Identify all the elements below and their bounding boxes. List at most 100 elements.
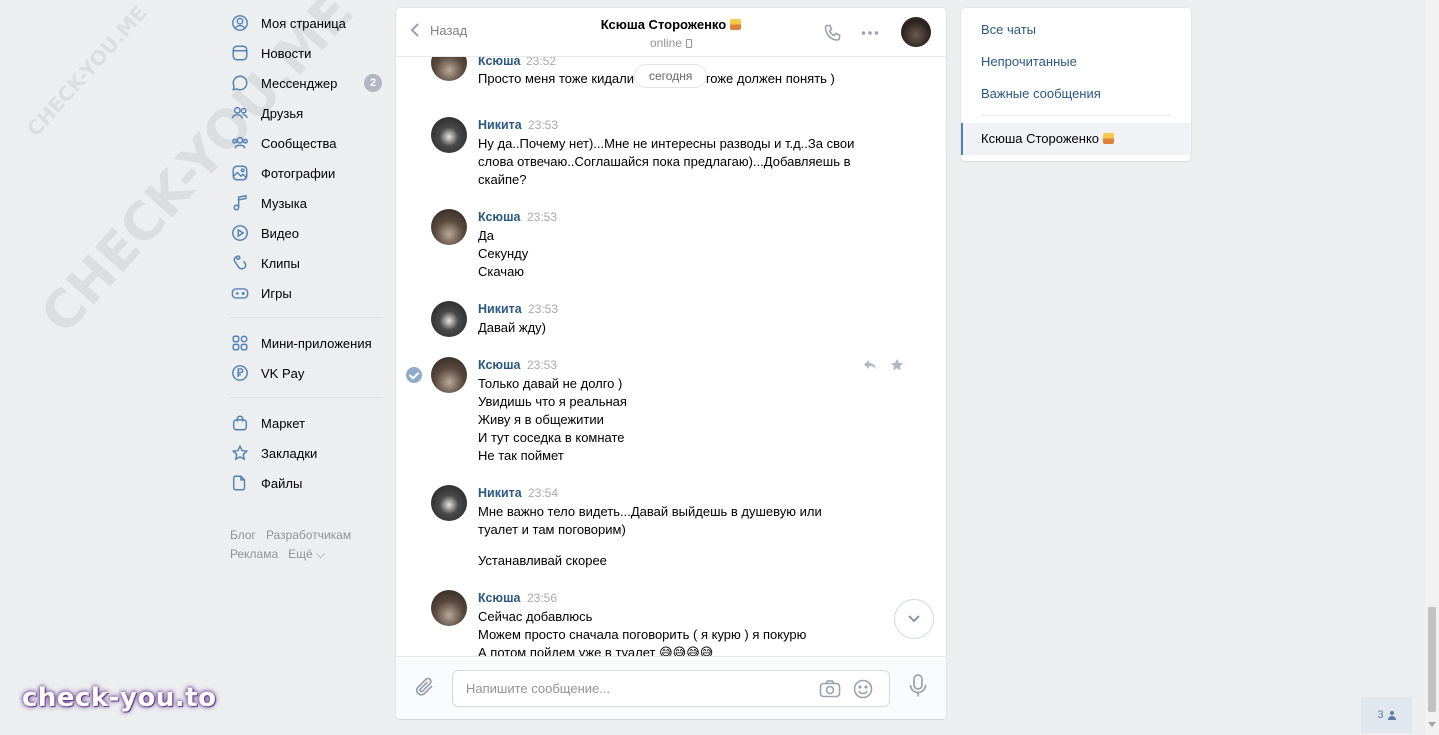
footer-link-ads[interactable]: Реклама (230, 547, 278, 561)
watermark-small: CHECK-YOU.ME (22, 0, 152, 142)
nav-files[interactable]: Файлы (230, 468, 382, 498)
message-author[interactable]: Никита (478, 486, 522, 500)
nav-clips[interactable]: Клипы (230, 248, 382, 278)
message-time[interactable]: 23:52 (526, 57, 556, 68)
footer-link-more[interactable]: Ещё ⌵ (288, 547, 325, 561)
nav-label: Маркет (261, 415, 306, 431)
message-author[interactable]: Ксюша (478, 358, 520, 372)
message-time[interactable]: 23:53 (528, 118, 558, 132)
shopping-bag-icon (230, 413, 250, 433)
peer-avatar[interactable] (901, 17, 931, 47)
nav-divider (230, 317, 382, 318)
file-icon (230, 473, 250, 493)
person-icon (1387, 711, 1396, 720)
message-text: Да (478, 228, 495, 243)
message-author[interactable]: Никита (478, 302, 522, 316)
avatar[interactable] (431, 357, 467, 393)
nav-vk-pay[interactable]: VK Pay (230, 358, 382, 388)
avatar[interactable] (431, 301, 467, 337)
nav-news[interactable]: Новости (230, 38, 382, 68)
nav-my-page[interactable]: Моя страница (230, 8, 382, 38)
message-text: слова отвечаю..Соглашайся пока предлагаю… (478, 154, 851, 169)
message-text: Сейчас добавлюсь (478, 609, 593, 624)
avatar[interactable] (431, 117, 467, 153)
scrollbar-thumb[interactable] (1428, 607, 1436, 712)
nav-video[interactable]: Видео (230, 218, 382, 248)
news-icon (230, 43, 250, 63)
nav-friends[interactable]: Друзья (230, 98, 382, 128)
message-time[interactable]: 23:56 (527, 591, 557, 605)
nav-label: Видео (261, 225, 299, 241)
watermark-bottom: check-you.to (22, 683, 217, 713)
message-time[interactable]: 23:53 (528, 302, 558, 316)
selected-check-icon[interactable] (406, 367, 422, 383)
sunset-emoji-icon (1103, 133, 1115, 144)
filter-all-chats[interactable]: Все чаты (981, 22, 1036, 37)
message-text: Давай жду) (478, 320, 547, 335)
scroll-down-arrow-icon[interactable] (1428, 722, 1436, 727)
attach-icon[interactable] (414, 675, 436, 702)
smile-icon[interactable] (852, 679, 874, 702)
reply-icon[interactable] (863, 358, 877, 375)
more-button[interactable] (860, 23, 880, 46)
message-text: Скачаю (478, 264, 525, 279)
active-chat-name: Ксюша Стороженко (981, 131, 1100, 146)
clips-icon (230, 253, 250, 273)
nav-label: Игры (261, 285, 292, 301)
nav-market[interactable]: Маркет (230, 408, 382, 438)
nav-games[interactable]: Игры (230, 278, 382, 308)
filter-unread[interactable]: Непрочитанные (981, 54, 1077, 69)
message-time[interactable]: 23:54 (528, 486, 558, 500)
nav-label: VK Pay (261, 365, 305, 381)
play-circle-icon (230, 223, 250, 243)
nav-music[interactable]: Музыка (230, 188, 382, 218)
nav-photos[interactable]: Фотографии (230, 158, 382, 188)
ruble-circle-icon (230, 363, 250, 383)
nav-label: Музыка (261, 195, 307, 211)
message-time[interactable]: 23:53 (527, 210, 557, 224)
avatar[interactable] (431, 57, 467, 81)
nav-label: Клипы (261, 255, 300, 271)
nav-label: Фотографии (261, 165, 336, 181)
avatar[interactable] (431, 590, 467, 626)
page-scrollbar[interactable] (1425, 0, 1439, 735)
online-friends-button[interactable]: 3 (1361, 697, 1412, 733)
message-text: Устанавливай скорее (478, 553, 607, 568)
message-text: Секунду (478, 246, 529, 261)
microphone-icon[interactable] (908, 673, 928, 702)
message-text: Можем просто сначала поговорить ( я курю… (478, 627, 807, 642)
active-chat-item[interactable]: Ксюша Стороженко (961, 123, 1191, 155)
phone-icon (823, 24, 843, 46)
user-circle-icon (230, 13, 250, 33)
nav-messenger[interactable]: Мессенджер 2 (230, 68, 382, 98)
composer (396, 656, 946, 719)
star-icon[interactable] (890, 358, 904, 375)
camera-icon[interactable] (819, 679, 841, 702)
mobile-icon (686, 39, 693, 48)
footer-link-blog[interactable]: Блог (230, 528, 256, 542)
nav-bookmarks[interactable]: Закладки (230, 438, 382, 468)
message-text: Мне важно тело видеть...Давай выйдешь в … (478, 504, 822, 519)
message-text: Не так поймет (478, 448, 564, 463)
message-list: Ксюша 23:52 Просто меня тоже кидали мног… (396, 57, 946, 656)
nav-label: Закладки (261, 445, 318, 461)
message-author[interactable]: Ксюша (478, 57, 520, 68)
message-author[interactable]: Ксюша (478, 591, 520, 605)
nav-label: Новости (261, 45, 312, 61)
scroll-to-bottom-button[interactable] (894, 599, 934, 639)
peer-name: Ксюша Стороженко (600, 17, 727, 32)
nav-communities[interactable]: Сообщества (230, 128, 382, 158)
music-note-icon (230, 193, 250, 213)
avatar[interactable] (431, 209, 467, 245)
message-input[interactable] (453, 671, 793, 706)
nav-mini-apps[interactable]: Мини-приложения (230, 328, 382, 358)
message-author[interactable]: Никита (478, 118, 522, 132)
avatar[interactable] (431, 485, 467, 521)
filter-important[interactable]: Важные сообщения (981, 86, 1101, 101)
footer-link-developers[interactable]: Разработчикам (266, 528, 351, 542)
call-button[interactable] (823, 23, 843, 46)
message-text: Увидишь что я реальная (478, 394, 627, 409)
star-icon (230, 443, 250, 463)
message-author[interactable]: Ксюша (478, 210, 520, 224)
message-time[interactable]: 23:53 (527, 358, 557, 372)
